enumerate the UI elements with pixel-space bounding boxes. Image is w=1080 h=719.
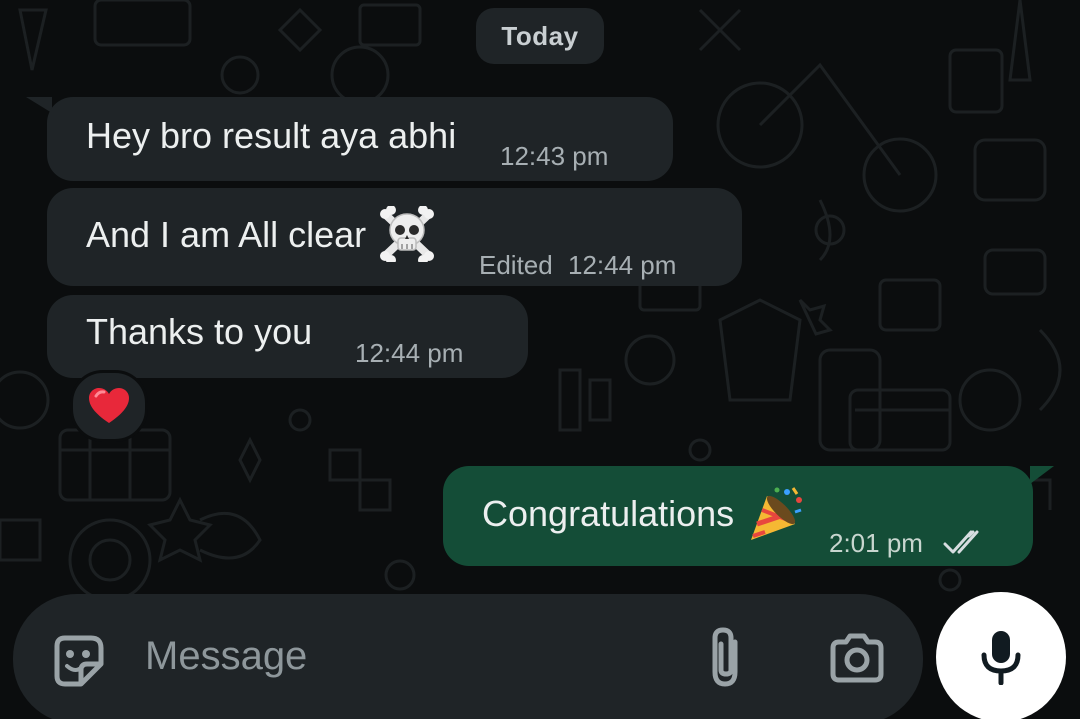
read-double-check-icon — [943, 530, 979, 554]
incoming-bubble-tail — [26, 97, 52, 113]
message-input[interactable]: Message — [145, 634, 307, 679]
date-separator: Today — [476, 8, 604, 64]
message-time: 12:44 pm — [355, 338, 464, 368]
outgoing-bubble-tail — [1030, 466, 1054, 484]
message-time: 12:43 pm — [500, 141, 609, 171]
skull-and-crossbones-icon — [380, 206, 434, 262]
message-bubble-outgoing[interactable]: Congratulations 2:01 pm — [443, 466, 1033, 566]
chat-screen: Today Hey bro result aya abhi 12:43 pm A… — [0, 0, 1080, 719]
message-composer: Message — [13, 594, 923, 719]
edited-label: Edited — [479, 250, 553, 280]
message-bubble-incoming[interactable]: Thanks to you 12:44 pm — [47, 295, 528, 378]
message-text: Hey bro result aya abhi — [86, 115, 457, 156]
attachment-paperclip-icon[interactable] — [703, 624, 749, 690]
message-text: And I am All clear — [86, 214, 367, 255]
camera-icon[interactable] — [828, 632, 886, 684]
message-text: Thanks to you — [86, 311, 313, 352]
message-text: Congratulations — [482, 493, 735, 534]
voice-message-button[interactable] — [936, 592, 1066, 719]
microphone-icon — [981, 631, 1021, 685]
sticker-icon[interactable] — [49, 632, 107, 690]
message-bubble-incoming[interactable]: Hey bro result aya abhi 12:43 pm — [47, 97, 673, 181]
message-bubble-incoming[interactable]: And I am All clear Edited 12:44 pm — [47, 188, 742, 286]
red-heart-icon — [89, 388, 129, 423]
message-reaction[interactable] — [70, 370, 148, 442]
party-popper-icon — [751, 487, 802, 540]
message-time: 12:44 pm — [568, 250, 677, 280]
message-time: 2:01 pm — [829, 528, 923, 558]
